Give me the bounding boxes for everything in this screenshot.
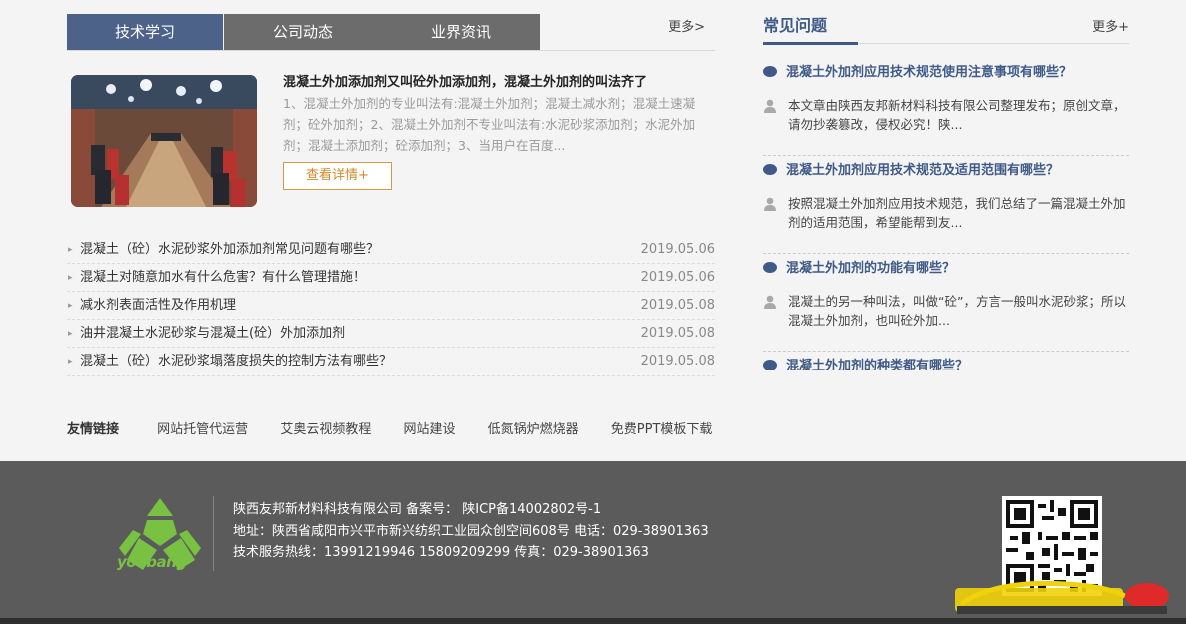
faq-question-text: 混凝土外加剂的功能有哪些？ <box>786 261 956 276</box>
faq-more-link[interactable]: 更多+ <box>1092 16 1129 35</box>
news-item: ▸ 混凝土（砼）水泥砂浆外加添加剂常见问题有哪些？ 2019.05.06 <box>67 236 715 264</box>
faq-question[interactable]: 混凝土外加剂的功能有哪些？ <box>763 257 955 276</box>
faq-title: 常见问题 <box>763 16 828 35</box>
faq-question-text: 混凝土外加剂应用技术规范使用注意事项有哪些？ <box>786 65 1073 80</box>
site-footer: youbang 陕西友邦新材料科技有限公司 备案号： 陕ICP备14002802… <box>0 461 1186 624</box>
news-list: ▸ 混凝土（砼）水泥砂浆外加添加剂常见问题有哪些？ 2019.05.06 ▸ 混… <box>67 236 715 376</box>
friend-link[interactable]: 网站建设 <box>403 418 455 437</box>
company-logo-text: youbang <box>117 553 187 571</box>
arrow-right-icon: ▸ <box>68 329 73 339</box>
news-more-link[interactable]: 更多> <box>668 16 705 35</box>
tab-tech-learning[interactable]: 技术学习 <box>67 14 223 50</box>
faq-question[interactable]: 混凝土外加剂应用技术规范使用注意事项有哪些？ <box>763 61 1072 80</box>
faq-list: 混凝土外加剂应用技术规范使用注意事项有哪些？ 本文章由陕西友邦新材料科技有限公司… <box>763 58 1129 370</box>
friend-links: 友情链接 网站托管代运营 艾奥云视频教程 网站建设 低氮锅炉燃烧器 免费PPT模… <box>67 418 740 437</box>
arrow-right-icon: ▸ <box>68 357 73 367</box>
footer-bottom-strip <box>0 618 1186 624</box>
featured-article: 混凝土外加添加剂又叫砼外加添加剂，混凝土外加剂的叫法齐了 1、混凝土外加剂的专业… <box>67 51 715 231</box>
news-panel: 技术学习 公司动态 业界资讯 更多> 混凝土外加添加剂又叫砼外加添加剂，混凝土外… <box>67 14 715 376</box>
faq-item: 混凝土外加剂的种类都有哪些？ <box>763 352 1129 370</box>
footer-divider <box>213 496 214 571</box>
faq-answer: 混凝土的另一种叫法，叫做“砼”，方言一般叫水泥砂浆；所以混凝土外加剂，也叫砼外加… <box>788 294 1126 328</box>
featured-article-title[interactable]: 混凝土外加添加剂又叫砼外加添加剂，混凝土外加剂的叫法齐了 <box>283 71 713 90</box>
arrow-right-icon: ▸ <box>68 301 73 311</box>
news-item-title[interactable]: 混凝土对随意加水有什么危害？有什么管理措施！ <box>80 264 366 292</box>
news-tabs: 技术学习 公司动态 业界资讯 更多> <box>67 14 715 51</box>
featured-article-summary: 1、混凝土外加剂的专业叫法有:混凝土外加剂；混凝土减水剂；混凝土速凝剂；砼外加剂… <box>283 96 696 153</box>
view-details-button[interactable]: 查看详情+ <box>283 162 392 190</box>
tab-industry-news[interactable]: 业界资讯 <box>382 14 540 50</box>
news-item-title[interactable]: 油井混凝土水泥砂浆与混凝土(砼）外加添加剂 <box>80 320 345 348</box>
chat-bubble-icon <box>763 66 777 77</box>
chat-bubble-icon <box>763 360 777 370</box>
friend-link[interactable]: 网站托管代运营 <box>157 418 248 437</box>
faq-item: 混凝土外加剂应用技术规范及适用范围有哪些？ 按照混凝土外加剂应用技术规范，我们总… <box>763 156 1129 254</box>
news-item-date: 2019.05.08 <box>640 326 715 341</box>
footer-company-line: 陕西友邦新材料科技有限公司 备案号： 陕ICP备14002802号-1 <box>233 502 602 517</box>
news-item-date: 2019.05.08 <box>640 298 715 313</box>
user-icon <box>764 99 776 113</box>
news-item-date: 2019.05.06 <box>640 242 715 257</box>
faq-panel: 常见问题 更多+ 混凝土外加剂应用技术规范使用注意事项有哪些？ 本文章由陕西友邦… <box>763 14 1129 370</box>
faq-title-underline <box>763 42 858 45</box>
news-item-title[interactable]: 减水剂表面活性及作用机理 <box>80 292 236 320</box>
news-item: ▸ 混凝土（砼）水泥砂浆塌落度损失的控制方法有哪些？ 2019.05.08 <box>67 348 715 376</box>
faq-question[interactable]: 混凝土外加剂应用技术规范及适用范围有哪些？ <box>763 159 1059 178</box>
user-icon <box>764 197 776 211</box>
news-item-date: 2019.05.08 <box>640 354 715 369</box>
friend-link[interactable]: 艾奥云视频教程 <box>280 418 371 437</box>
footer-company-info: 陕西友邦新材料科技有限公司 备案号： 陕ICP备14002802号-1 地址：陕… <box>233 499 709 564</box>
watermark-logo <box>955 580 1169 614</box>
featured-article-image[interactable] <box>71 75 257 207</box>
footer-hotline-line: 技术服务热线：13991219946 15809209299 传真：029-38… <box>233 545 649 560</box>
user-icon <box>764 295 776 309</box>
news-item-title[interactable]: 混凝土（砼）水泥砂浆外加添加剂常见问题有哪些？ <box>80 236 379 264</box>
faq-item: 混凝土外加剂的功能有哪些？ 混凝土的另一种叫法，叫做“砼”，方言一般叫水泥砂浆；… <box>763 254 1129 352</box>
friend-links-label: 友情链接 <box>67 422 120 437</box>
chat-bubble-icon <box>763 262 777 273</box>
news-item-title[interactable]: 混凝土（砼）水泥砂浆塌落度损失的控制方法有哪些？ <box>80 348 392 376</box>
faq-answer: 按照混凝土外加剂应用技术规范，我们总结了一篇混凝土外加剂的适用范围，希望能帮到友… <box>788 196 1126 230</box>
friend-link[interactable]: 低氮锅炉燃烧器 <box>488 418 579 437</box>
faq-question-text: 混凝土外加剂的种类都有哪些？ <box>786 359 969 370</box>
arrow-right-icon: ▸ <box>68 245 73 255</box>
news-item: ▸ 减水剂表面活性及作用机理 2019.05.08 <box>67 292 715 320</box>
faq-answer: 本文章由陕西友邦新材料科技有限公司整理发布；原创文章，请勿抄袭篡改，侵权必究！陕… <box>788 98 1126 132</box>
faq-question[interactable]: 混凝土外加剂的种类都有哪些？ <box>763 355 968 370</box>
tab-company-news[interactable]: 公司动态 <box>224 14 382 50</box>
news-item: ▸ 油井混凝土水泥砂浆与混凝土(砼）外加添加剂 2019.05.08 <box>67 320 715 348</box>
faq-question-text: 混凝土外加剂应用技术规范及适用范围有哪些？ <box>786 163 1060 178</box>
friend-link[interactable]: 免费PPT模板下载 <box>611 418 713 437</box>
faq-header: 常见问题 更多+ <box>763 14 1129 45</box>
chat-bubble-icon <box>763 164 777 175</box>
news-item-date: 2019.05.06 <box>640 270 715 285</box>
news-item: ▸ 混凝土对随意加水有什么危害？有什么管理措施！ 2019.05.06 <box>67 264 715 292</box>
faq-item: 混凝土外加剂应用技术规范使用注意事项有哪些？ 本文章由陕西友邦新材料科技有限公司… <box>763 58 1129 156</box>
arrow-right-icon: ▸ <box>68 273 73 283</box>
footer-address-line: 地址：陕西省咸阳市兴平市新兴纺织工业园众创空间608号 电话：029-38901… <box>233 523 709 539</box>
